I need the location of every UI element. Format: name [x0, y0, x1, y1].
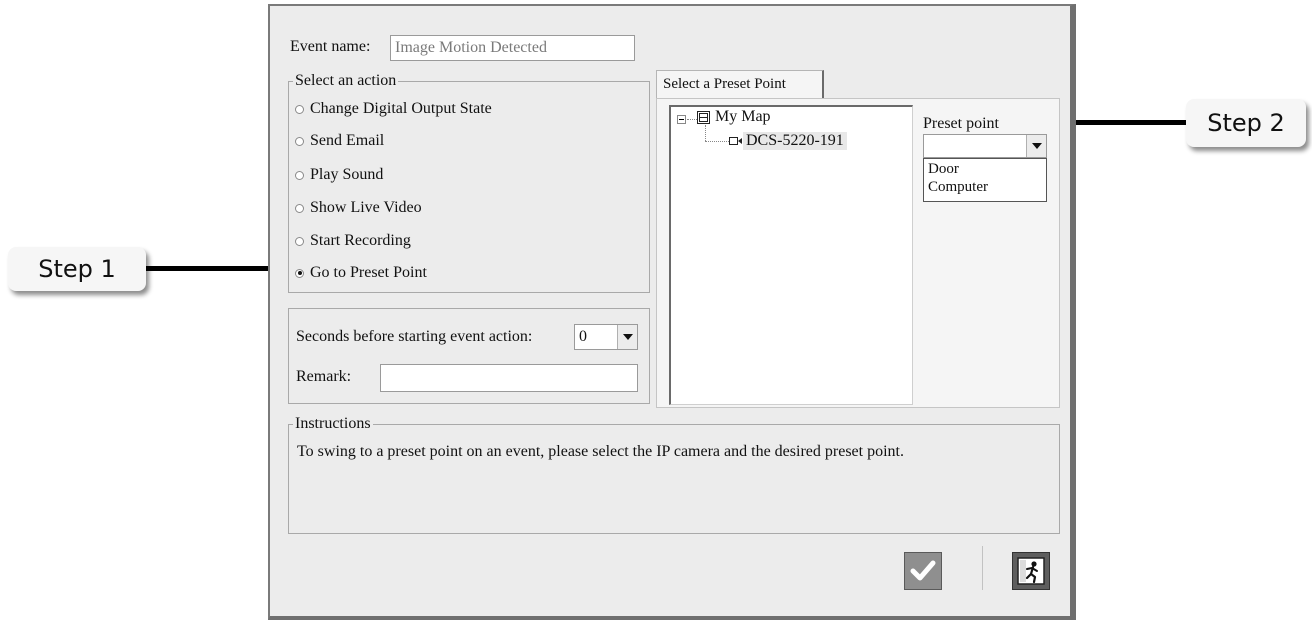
radio-icon	[295, 104, 304, 114]
instructions-groupbox: Instructions To swing to a preset point …	[288, 415, 1060, 534]
preset-option-door[interactable]: Door	[928, 160, 1042, 178]
exit-button[interactable]	[1012, 552, 1050, 590]
radio-go-to-preset-point[interactable]: Go to Preset Point	[295, 264, 427, 282]
radio-start-recording[interactable]: Start Recording	[295, 232, 411, 250]
remark-label: Remark:	[296, 368, 352, 385]
radio-icon	[295, 136, 304, 146]
radio-change-digital-output[interactable]: Change Digital Output State	[295, 100, 492, 118]
radio-show-live-video[interactable]: Show Live Video	[295, 199, 422, 217]
exit-running-man-icon	[1017, 557, 1045, 585]
tab-select-preset-point[interactable]: Select a Preset Point	[656, 70, 824, 98]
tree-connector	[705, 125, 706, 141]
camera-node-label: DCS-5220-191	[746, 132, 844, 149]
delay-dropdown-button[interactable]	[617, 325, 637, 349]
ok-button[interactable]	[904, 552, 942, 590]
tree-connector	[687, 119, 697, 120]
preset-option-computer[interactable]: Computer	[928, 178, 1042, 196]
checkmark-icon	[910, 560, 936, 581]
radio-label: Show Live Video	[310, 199, 422, 216]
tree-node-camera[interactable]: DCS-5220-191	[743, 132, 847, 150]
camera-icon	[729, 137, 742, 145]
preset-point-label: Preset point	[923, 115, 999, 132]
preset-point-dropdown-list: Door Computer	[923, 158, 1047, 202]
instructions-title: Instructions	[293, 415, 373, 433]
delay-combobox[interactable]: 0	[574, 324, 638, 350]
step1-arrow-line	[146, 266, 280, 271]
map-icon	[697, 111, 710, 124]
action-groupbox: Select an action Change Digital Output S…	[288, 72, 650, 293]
radio-icon	[295, 236, 304, 246]
delay-value: 0	[579, 328, 587, 345]
remark-field[interactable]	[380, 364, 638, 392]
tree-connector	[705, 141, 729, 142]
radio-play-sound[interactable]: Play Sound	[295, 166, 383, 184]
delay-label: Seconds before starting event action:	[296, 328, 533, 345]
radio-icon	[295, 203, 304, 213]
chevron-down-icon	[622, 334, 633, 340]
radio-label: Change Digital Output State	[310, 100, 492, 117]
preset-point-combobox[interactable]	[923, 134, 1047, 158]
event-action-dialog: Event name: Image Motion Detected Select…	[268, 4, 1076, 620]
radio-label: Send Email	[310, 132, 385, 149]
event-name-value: Image Motion Detected	[395, 39, 547, 56]
step1-label: Step 1	[38, 255, 116, 283]
tab-label: Select a Preset Point	[663, 76, 786, 92]
action-group-title: Select an action	[293, 72, 399, 90]
instructions-text: To swing to a preset point on an event, …	[297, 443, 904, 460]
radio-label: Go to Preset Point	[310, 264, 427, 281]
step1-callout: Step 1	[8, 247, 146, 291]
radio-label: Start Recording	[310, 232, 411, 249]
radio-selected-icon	[295, 268, 304, 278]
event-name-label: Event name:	[290, 38, 371, 55]
collapse-minus-icon[interactable]	[677, 115, 686, 124]
button-separator	[982, 546, 983, 590]
radio-label: Play Sound	[310, 166, 384, 183]
step2-callout: Step 2	[1186, 99, 1306, 147]
radio-send-email[interactable]: Send Email	[295, 132, 384, 150]
event-name-field[interactable]: Image Motion Detected	[390, 35, 635, 61]
camera-tree-view[interactable]: My Map DCS-5220-191	[669, 105, 913, 405]
step2-arrow-line	[1062, 120, 1186, 125]
chevron-down-icon	[1031, 143, 1042, 149]
step2-label: Step 2	[1207, 109, 1285, 137]
preset-tab-panel: My Map DCS-5220-191 Preset point Door Co…	[656, 98, 1060, 408]
preset-point-dropdown-button[interactable]	[1026, 135, 1046, 157]
tree-node-my-map[interactable]: My Map	[715, 108, 771, 126]
radio-icon	[295, 170, 304, 180]
